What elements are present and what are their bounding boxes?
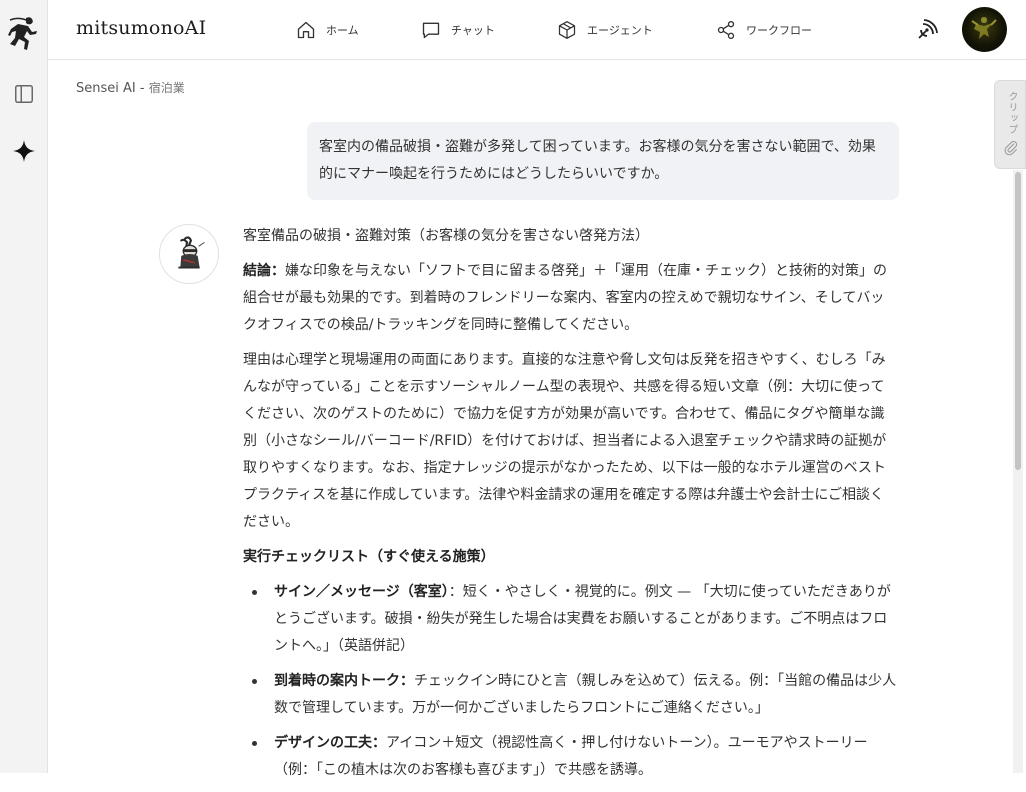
- nav-workflow[interactable]: ワークフロー: [716, 18, 812, 42]
- nav-home-label: ホーム: [326, 24, 359, 37]
- assistant-avatar: [159, 224, 219, 284]
- nav-chat-label: チャット: [451, 24, 495, 37]
- breadcrumb: Sensei AI - 宿泊業: [76, 79, 185, 96]
- left-rail: [0, 0, 48, 773]
- user-avatar[interactable]: [962, 7, 1007, 52]
- scrollbar[interactable]: [1013, 170, 1023, 773]
- list-item: デザインの工夫：アイコン＋短文（視認性高く・押し付けないトーン）。ユーモアやスト…: [243, 730, 898, 784]
- sparkle-icon[interactable]: [12, 139, 36, 163]
- list-item: サイン／メッセージ（客室）：短く・やさしく・視覚的に。例文 — 「大切に使ってい…: [243, 579, 898, 660]
- user-message: 客室内の備品破損・盗難が多発して困っています。お客様の気分を害さない範囲で、効果…: [307, 122, 899, 200]
- sidebar-toggle-icon[interactable]: [12, 82, 36, 106]
- nav-agent[interactable]: エージェント: [557, 18, 653, 42]
- checklist: サイン／メッセージ（客室）：短く・やさしく・視覚的に。例文 — 「大切に使ってい…: [243, 579, 898, 784]
- item-label: サイン／メッセージ（客室）: [274, 584, 449, 600]
- scrollbar-thumb[interactable]: [1015, 172, 1021, 470]
- conclusion-text: 嫌な印象を与えない「ソフトで目に留まる啓発」＋「運用（在庫・チェック）と技術的対…: [243, 263, 887, 333]
- item-label: デザインの工夫：: [274, 735, 386, 751]
- conclusion-label: 結論：: [243, 263, 285, 279]
- home-icon: [297, 21, 315, 39]
- assistant-answer: 客室備品の破損・盗難対策（お客様の気分を害さない啓発方法） 結論：嫌な印象を与え…: [243, 223, 898, 792]
- nav-home[interactable]: ホーム: [296, 18, 359, 42]
- paperclip-icon: [1004, 141, 1018, 156]
- item-label: 到着時の案内トーク：: [274, 673, 414, 689]
- rabbit-ninja-icon: [178, 236, 205, 269]
- top-bar: mitsumonoAI ホーム チャット エージェント ワークフロー: [48, 0, 1026, 60]
- cube-icon: [558, 21, 576, 39]
- runner-logo-icon[interactable]: [8, 14, 40, 54]
- answer-reason: 理由は心理学と現場運用の両面にあります。直接的な注意や脅し文句は反発を招きやすく…: [243, 352, 887, 530]
- brand-title[interactable]: mitsumonoAI: [76, 17, 206, 39]
- checklist-heading: 実行チェックリスト（すぐ使える施策）: [243, 549, 495, 565]
- clip-label: クリップ: [1006, 91, 1017, 135]
- answer-title: 客室備品の破損・盗難対策（お客様の気分を害さない啓発方法）: [243, 228, 649, 244]
- nav-workflow-label: ワークフロー: [746, 24, 812, 37]
- chat-icon: [422, 22, 440, 39]
- answer-conclusion: 結論：嫌な印象を与えない「ソフトで目に留まる啓発」＋「運用（在庫・チェック）と技…: [243, 258, 898, 339]
- breadcrumb-main[interactable]: Sensei AI -: [76, 81, 149, 96]
- list-item: 到着時の案内トーク：チェックイン時にひと言（親しみを込めて）伝える。例：「当館の…: [243, 668, 898, 722]
- share-nodes-icon: [717, 21, 735, 39]
- clip-panel-tab[interactable]: クリップ: [994, 80, 1026, 169]
- breadcrumb-sub: 宿泊業: [148, 81, 185, 95]
- nav-agent-label: エージェント: [587, 24, 653, 37]
- nav-chat[interactable]: チャット: [421, 18, 495, 42]
- broadcast-icon[interactable]: [915, 18, 939, 42]
